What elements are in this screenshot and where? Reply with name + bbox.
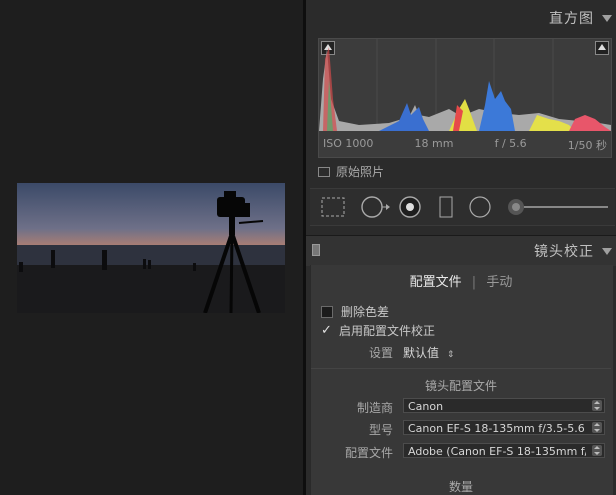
tool-icons: [321, 196, 608, 218]
updown-icon: [592, 422, 602, 433]
aperture-readout: f / 5.6: [494, 137, 527, 150]
panel-switch-icon[interactable]: [312, 244, 320, 256]
check-icon[interactable]: ✓: [321, 324, 333, 337]
collapse-triangle-icon[interactable]: [602, 247, 612, 255]
profile-value: Adobe (Canon EF-S 18-135mm f/...: [408, 445, 586, 458]
model-value: Canon EF-S 18-135mm f/3.5-5.6 I...: [408, 422, 586, 435]
graduated-filter-icon[interactable]: [439, 196, 453, 218]
amount-section-title: 数量: [448, 480, 473, 494]
remove-ca-checkbox[interactable]: [321, 305, 333, 318]
updown-icon: [592, 445, 602, 456]
setup-value: 默认值: [403, 346, 440, 360]
setup-label: 设置: [368, 346, 393, 360]
iso-readout: ISO 1000: [323, 137, 374, 150]
shutter-readout: 1/50 秒: [567, 139, 607, 152]
enable-profile-label: 启用配置文件校正: [339, 324, 436, 338]
spot-removal-icon[interactable]: [361, 196, 390, 218]
image-canvas[interactable]: [0, 0, 303, 495]
model-select[interactable]: Canon EF-S 18-135mm f/3.5-5.6 I...: [403, 420, 605, 435]
develop-right-panel: 直方图 ISO 1000 18 mm f / 5.6 1/50 秒 原始照片 镜…: [306, 0, 616, 495]
original-photo-checkbox[interactable]: [318, 166, 330, 177]
profile-label: 配置文件: [344, 446, 393, 460]
photo-preview[interactable]: [17, 183, 285, 313]
tab-manual[interactable]: 手动: [486, 275, 512, 290]
adjustment-brush-icon[interactable]: [508, 199, 608, 215]
remove-ca-row[interactable]: 删除色差: [321, 303, 389, 320]
updown-icon: ⇕: [446, 350, 455, 360]
section-divider: [311, 368, 611, 369]
focal-length-readout: 18 mm: [414, 137, 454, 150]
sunset-photo: [17, 183, 285, 313]
make-select[interactable]: Canon: [403, 398, 605, 413]
histogram-header[interactable]: 直方图: [306, 8, 616, 28]
model-label: 型号: [368, 423, 393, 437]
enable-profile-row[interactable]: ✓ 启用配置文件校正: [321, 322, 435, 339]
lens-tabs: 配置文件 | 手动: [311, 271, 611, 290]
setup-dropdown[interactable]: 默认值 ⇕: [403, 344, 454, 361]
tab-separator: |: [471, 275, 477, 290]
histogram-title: 直方图: [549, 11, 594, 27]
original-photo-toggle[interactable]: 原始照片: [318, 163, 384, 180]
lens-profile-section-title: 镜头配置文件: [424, 379, 497, 393]
red-eye-icon[interactable]: [399, 196, 421, 218]
remove-ca-label: 删除色差: [341, 305, 390, 319]
radial-filter-icon[interactable]: [469, 196, 491, 218]
updown-icon: [592, 400, 602, 411]
make-label: 制造商: [356, 401, 393, 415]
lens-correction-title: 镜头校正: [534, 244, 594, 260]
collapse-triangle-icon[interactable]: [602, 14, 612, 22]
crop-overlay-icon[interactable]: [321, 197, 345, 217]
lens-correction-header[interactable]: 镜头校正: [306, 235, 616, 266]
tab-profile[interactable]: 配置文件: [410, 275, 462, 290]
tool-strip: [310, 188, 615, 226]
make-value: Canon: [408, 400, 444, 413]
lens-correction-body: 配置文件 | 手动 删除色差 ✓ 启用配置文件校正 设置 默认值 ⇕ 镜头配置文…: [310, 265, 613, 495]
histogram-graph[interactable]: ISO 1000 18 mm f / 5.6 1/50 秒: [318, 38, 612, 158]
original-photo-label: 原始照片: [336, 165, 385, 179]
profile-select[interactable]: Adobe (Canon EF-S 18-135mm f/...: [403, 443, 605, 458]
